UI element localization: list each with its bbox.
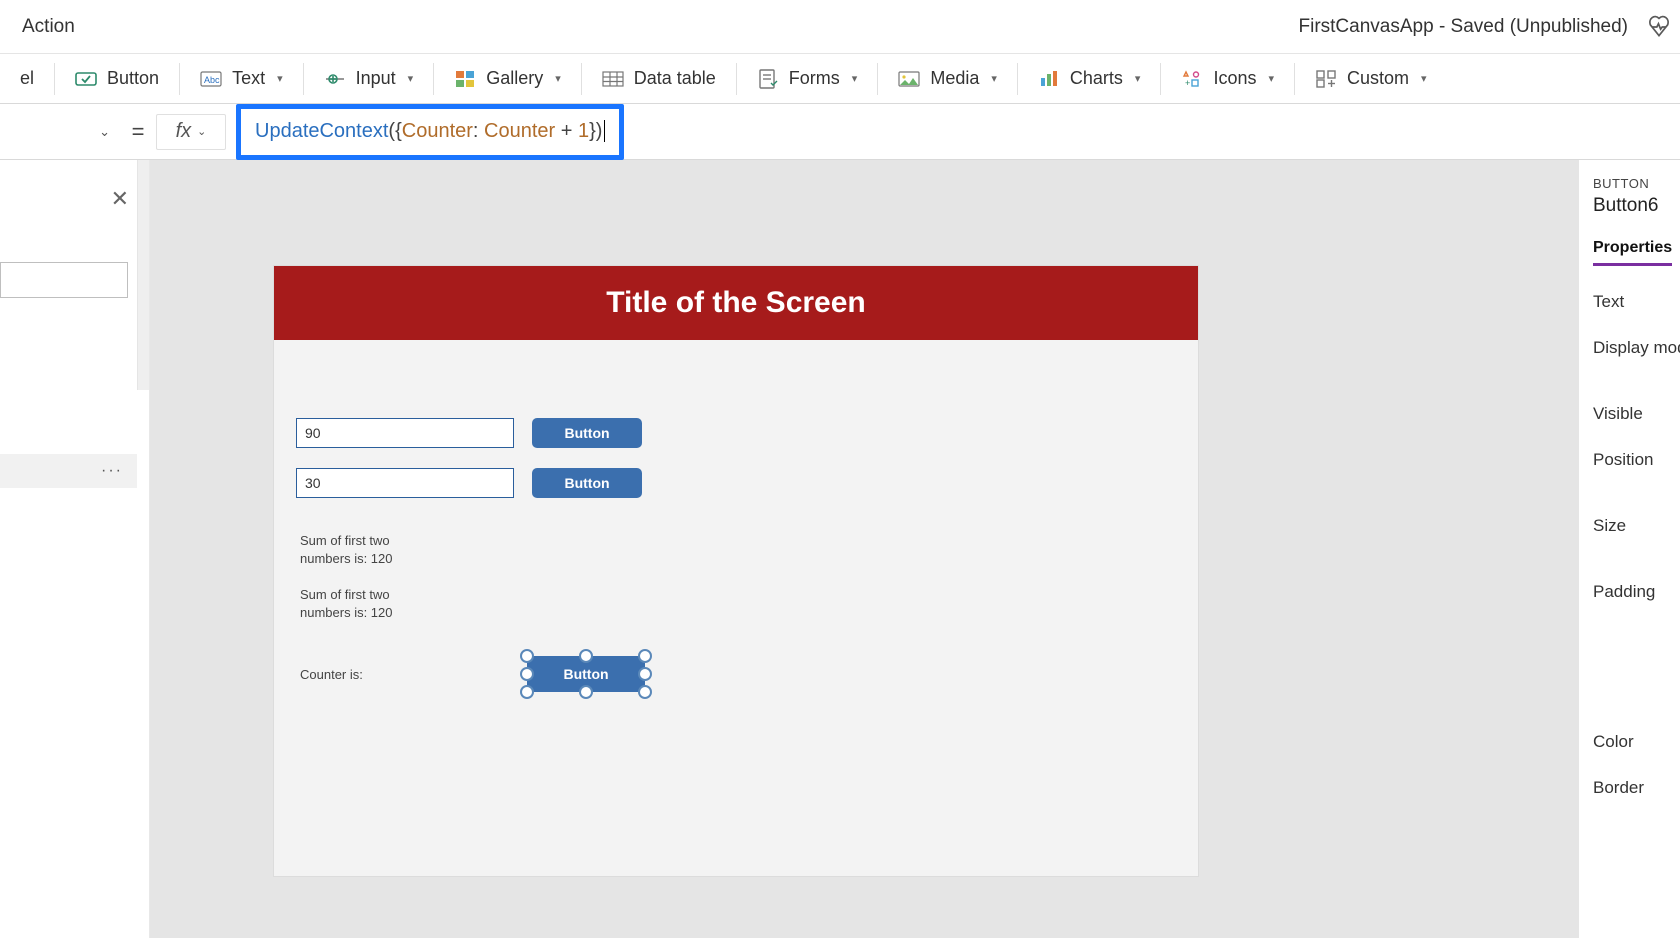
table-icon <box>602 68 624 90</box>
prop-visible[interactable]: Visible <box>1593 404 1680 424</box>
ribbon-gallery[interactable]: Gallery ▾ <box>434 54 581 103</box>
button-1[interactable]: Button <box>532 418 642 448</box>
chevron-down-icon: ▾ <box>1421 72 1427 85</box>
chevron-down-icon: ▾ <box>991 72 997 85</box>
menu-bar: Action FirstCanvasApp - Saved (Unpublish… <box>0 0 1680 54</box>
app-canvas[interactable]: Title of the Screen 90 Button 30 Button … <box>274 266 1198 876</box>
ribbon-forms[interactable]: Forms ▾ <box>737 54 878 103</box>
control-name[interactable]: Button6 <box>1593 195 1680 217</box>
media-icon <box>898 68 920 90</box>
ribbon-input[interactable]: Input ▾ <box>304 54 434 103</box>
chevron-down-icon: ⌄ <box>197 125 206 138</box>
selected-control[interactable]: Button <box>527 656 645 692</box>
fx-button[interactable]: fx ⌄ <box>156 114 226 150</box>
menu-action[interactable]: Action <box>22 16 75 38</box>
input-icon <box>324 68 346 90</box>
text-input-1[interactable]: 90 <box>296 418 514 448</box>
icons-icon: + <box>1181 68 1203 90</box>
sum-label-2: Sum of first two numbers is: 120 <box>300 586 420 621</box>
chevron-down-icon: ▾ <box>852 72 858 85</box>
ribbon-button[interactable]: Button <box>55 54 179 103</box>
ribbon-media[interactable]: Media ▾ <box>878 54 1017 103</box>
more-icon[interactable]: ··· <box>101 462 123 480</box>
sum-label-1: Sum of first two numbers is: 120 <box>300 532 420 567</box>
svg-text:Abc: Abc <box>204 75 220 85</box>
resize-handle[interactable] <box>520 649 534 663</box>
text-icon: Abc <box>200 68 222 90</box>
prop-padding[interactable]: Padding <box>1593 582 1680 602</box>
chevron-down-icon: ▾ <box>277 72 283 85</box>
ribbon-custom[interactable]: Custom ▾ <box>1295 54 1447 103</box>
formula-bar: ⌄ = fx ⌄ UpdateContext({Counter: Counter… <box>0 104 1680 160</box>
chevron-down-icon: ▾ <box>1135 72 1141 85</box>
ribbon-icons[interactable]: + Icons ▾ <box>1161 54 1294 103</box>
ribbon-charts[interactable]: Charts ▾ <box>1018 54 1161 103</box>
resize-handle[interactable] <box>520 667 534 681</box>
prop-color[interactable]: Color <box>1593 732 1680 752</box>
ribbon-label-stub[interactable]: el <box>0 54 54 103</box>
resize-handle[interactable] <box>638 667 652 681</box>
prop-text[interactable]: Text <box>1593 292 1680 312</box>
app-status: FirstCanvasApp - Saved (Unpublished) <box>1299 16 1629 38</box>
property-dropdown[interactable]: ⌄ <box>0 114 120 150</box>
ribbon-data-table[interactable]: Data table <box>582 54 736 103</box>
screen-title: Title of the Screen <box>274 266 1198 340</box>
canvas-area: Title of the Screen 90 Button 30 Button … <box>150 160 1578 938</box>
button-icon <box>75 68 97 90</box>
prop-display-mode[interactable]: Display mod <box>1593 338 1680 358</box>
prop-border[interactable]: Border <box>1593 778 1680 798</box>
workspace: ✕ ··· Title of the Screen 90 Button 30 B… <box>0 160 1680 938</box>
prop-size[interactable]: Size <box>1593 516 1680 536</box>
resize-handle[interactable] <box>579 649 593 663</box>
formula-highlight: UpdateContext({Counter: Counter + 1}) <box>236 104 624 160</box>
search-input[interactable] <box>0 262 128 298</box>
counter-label: Counter is: <box>300 666 363 684</box>
gallery-icon <box>454 68 476 90</box>
forms-icon <box>757 68 779 90</box>
ribbon-text[interactable]: Abc Text ▾ <box>180 54 303 103</box>
formula-input[interactable]: UpdateContext({Counter: Counter + 1}) <box>255 120 605 144</box>
ribbon: el Button Abc Text ▾ <box>0 54 1680 104</box>
text-input-2[interactable]: 30 <box>296 468 514 498</box>
chevron-down-icon: ▾ <box>1268 72 1274 85</box>
left-panel: ✕ ··· <box>0 160 150 938</box>
tree-selected-row[interactable]: ··· <box>0 454 137 488</box>
svg-text:+: + <box>1185 78 1190 88</box>
prop-position[interactable]: Position <box>1593 450 1680 470</box>
scrollbar[interactable] <box>137 160 149 390</box>
resize-handle[interactable] <box>638 685 652 699</box>
resize-handle[interactable] <box>638 649 652 663</box>
properties-pane: BUTTON Button6 Properties Text Display m… <box>1578 160 1680 938</box>
resize-handle[interactable] <box>579 685 593 699</box>
custom-icon <box>1315 68 1337 90</box>
chevron-down-icon: ⌄ <box>99 124 110 140</box>
tab-properties[interactable]: Properties <box>1593 239 1672 266</box>
health-check-icon[interactable] <box>1646 14 1672 40</box>
chevron-down-icon: ▾ <box>555 72 561 85</box>
charts-icon <box>1038 68 1060 90</box>
button-2[interactable]: Button <box>532 468 642 498</box>
resize-handle[interactable] <box>520 685 534 699</box>
equals-label: = <box>120 119 156 145</box>
chevron-down-icon: ▾ <box>408 72 414 85</box>
control-category: BUTTON <box>1593 176 1680 191</box>
close-icon[interactable]: ✕ <box>111 186 129 212</box>
